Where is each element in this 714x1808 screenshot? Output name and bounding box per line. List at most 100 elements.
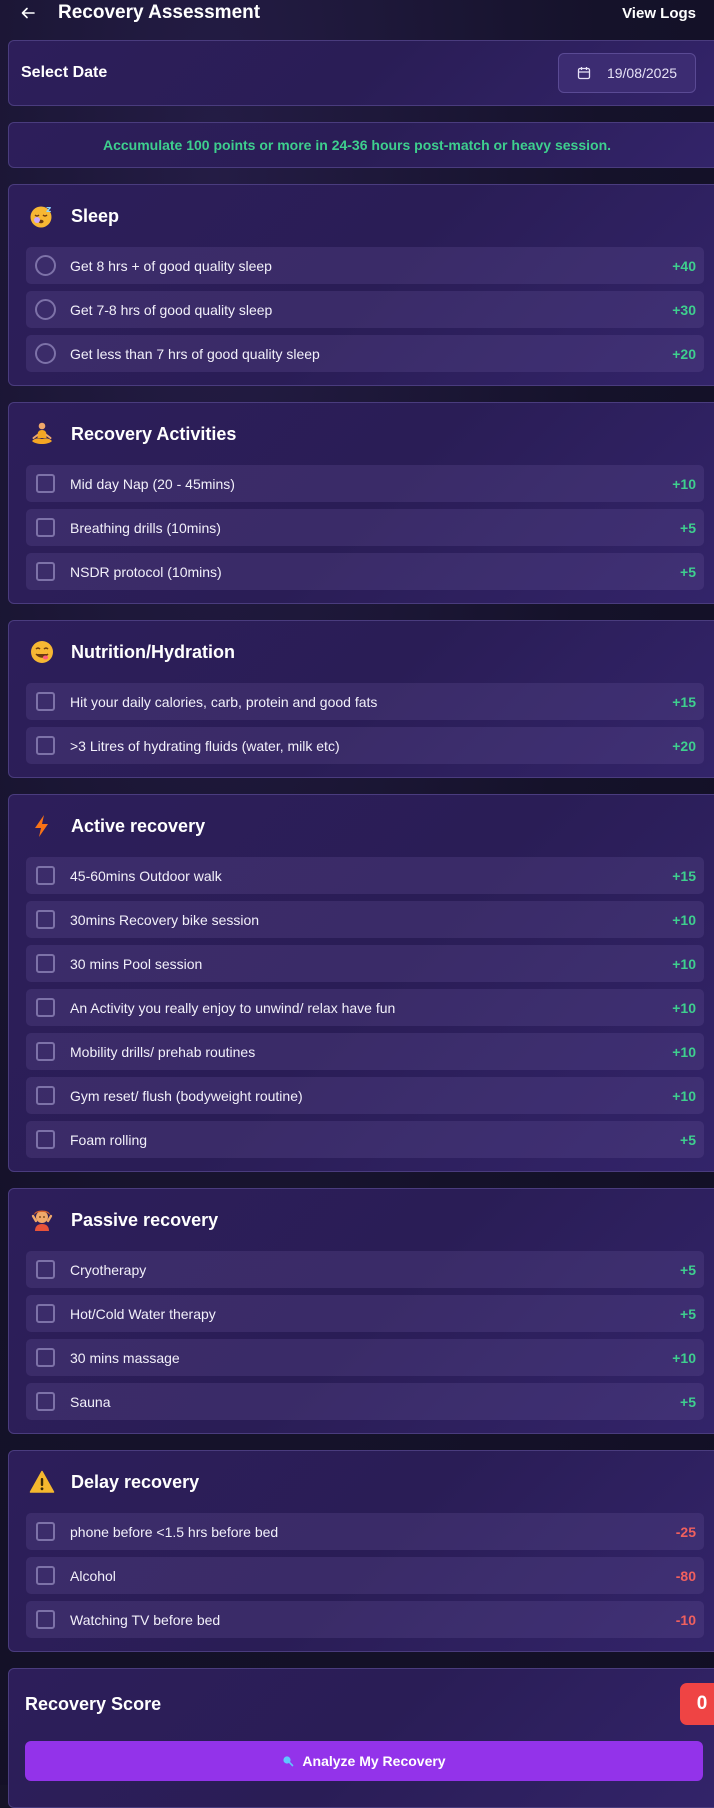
yum-face-icon (29, 639, 55, 665)
section-delay-recovery: Delay recovery phone before <1.5 hrs befo… (8, 1450, 714, 1652)
points-value: +10 (672, 1349, 696, 1366)
checkbox-option-nutrition-hydration[interactable]: >3 Litres of hydrating fluids (water, mi… (26, 727, 704, 764)
checkbox-option-active-recovery[interactable]: 30mins Recovery bike session +10 (26, 901, 704, 938)
section-passive-recovery: Passive recovery Cryotherapy +5 Hot/Cold Wa… (8, 1188, 714, 1434)
checkbox[interactable] (36, 1566, 55, 1585)
lightning-icon (29, 813, 55, 839)
points-value: -10 (675, 1611, 696, 1628)
checkbox-option-active-recovery[interactable]: Foam rolling +5 (26, 1121, 704, 1158)
section-active-recovery: Active recovery 45-60mins Outdoor walk +15… (8, 794, 714, 1172)
checkbox[interactable] (36, 736, 55, 755)
page-title: Recovery Assessment (58, 2, 261, 23)
option-label: Gym reset/ flush (bodyweight routine) (70, 1087, 303, 1104)
checkbox[interactable] (36, 910, 55, 929)
section-header: z Sleep (9, 185, 714, 247)
checkbox-option-active-recovery[interactable]: 30 mins Pool session +10 (26, 945, 704, 982)
checkbox[interactable] (36, 1086, 55, 1105)
option-label: Get 8 hrs + of good quality sleep (70, 257, 272, 274)
points-value: +20 (672, 345, 696, 362)
points-value: +5 (680, 1393, 696, 1410)
warning-icon (29, 1469, 55, 1495)
checkbox-option-delay-recovery[interactable]: Alcohol -80 (26, 1557, 704, 1594)
section-header: Passive recovery (9, 1189, 714, 1251)
checkbox-option-delay-recovery[interactable]: phone before <1.5 hrs before bed -25 (26, 1513, 704, 1550)
svg-text:z: z (46, 205, 51, 215)
checkbox-option-passive-recovery[interactable]: Sauna +5 (26, 1383, 704, 1420)
checkbox[interactable] (36, 1130, 55, 1149)
points-value: +15 (672, 867, 696, 884)
points-value: +10 (672, 1087, 696, 1104)
checkbox[interactable] (36, 954, 55, 973)
recovery-score-card: Recovery Score 0 Analyze My Recovery (8, 1668, 714, 1808)
section-recovery-activities: Recovery Activities Mid day Nap (20 - 45m… (8, 402, 714, 604)
checkbox-option-recovery-activities[interactable]: NSDR protocol (10mins) +5 (26, 553, 704, 590)
option-label: Watching TV before bed (70, 1611, 221, 1628)
date-value: 19/08/2025 (606, 65, 678, 81)
checkbox-option-passive-recovery[interactable]: Hot/Cold Water therapy +5 (26, 1295, 704, 1332)
radio-button[interactable] (35, 255, 56, 276)
massage-icon (29, 1207, 55, 1233)
info-banner: Accumulate 100 points or more in 24-36 h… (8, 122, 714, 168)
checkbox[interactable] (36, 1260, 55, 1279)
option-label: Foam rolling (70, 1131, 148, 1148)
arrow-left-icon (21, 7, 35, 19)
checkbox-option-active-recovery[interactable]: 45-60mins Outdoor walk +15 (26, 857, 704, 894)
radio-option-sleep[interactable]: Get 8 hrs + of good quality sleep +40 (26, 247, 704, 284)
checkbox[interactable] (36, 1392, 55, 1411)
checkbox[interactable] (36, 562, 55, 581)
checkbox[interactable] (36, 474, 55, 493)
analyze-recovery-button[interactable]: Analyze My Recovery (25, 1741, 703, 1781)
magnifier-icon (283, 1756, 294, 1767)
points-value: +20 (672, 737, 696, 754)
points-value: +10 (672, 955, 696, 972)
checkbox[interactable] (36, 692, 55, 711)
section-header: Nutrition/Hydration (9, 621, 714, 683)
checkbox-option-passive-recovery[interactable]: Cryotherapy +5 (26, 1251, 704, 1288)
section-title: Recovery Activities (71, 423, 237, 444)
date-picker-button[interactable]: 19/08/2025 (558, 53, 696, 93)
radio-option-sleep[interactable]: Get less than 7 hrs of good quality slee… (26, 335, 704, 372)
checkbox-option-active-recovery[interactable]: Mobility drills/ prehab routines +10 (26, 1033, 704, 1070)
option-label: phone before <1.5 hrs before bed (70, 1523, 279, 1540)
checkbox[interactable] (36, 1610, 55, 1629)
checkbox[interactable] (36, 1042, 55, 1061)
checkbox[interactable] (36, 998, 55, 1017)
checkbox[interactable] (36, 1304, 55, 1323)
radio-button[interactable] (35, 299, 56, 320)
checkbox-option-active-recovery[interactable]: An Activity you really enjoy to unwind/ … (26, 989, 704, 1026)
section-header: Active recovery (9, 795, 714, 857)
recovery-score-label: Recovery Score (25, 1693, 162, 1714)
points-value: -25 (675, 1523, 696, 1540)
option-label: 30mins Recovery bike session (70, 911, 260, 928)
option-label: 30 mins massage (70, 1349, 180, 1366)
select-date-label: Select Date (21, 64, 108, 81)
app-header: Recovery Assessment View Logs (0, 0, 714, 26)
checkbox[interactable] (36, 518, 55, 537)
checkbox-option-recovery-activities[interactable]: Breathing drills (10mins) +5 (26, 509, 704, 546)
radio-option-sleep[interactable]: Get 7-8 hrs of good quality sleep +30 (26, 291, 704, 328)
checkbox-option-delay-recovery[interactable]: Watching TV before bed -10 (26, 1601, 704, 1638)
radio-button[interactable] (35, 343, 56, 364)
checkbox[interactable] (36, 1348, 55, 1367)
points-value: +5 (680, 563, 696, 580)
checkbox-option-nutrition-hydration[interactable]: Hit your daily calories, carb, protein a… (26, 683, 704, 720)
view-logs-link[interactable]: View Logs (622, 5, 696, 22)
option-label: 30 mins Pool session (70, 955, 203, 972)
points-value: +5 (680, 1261, 696, 1278)
checkbox-option-active-recovery[interactable]: Gym reset/ flush (bodyweight routine) +10 (26, 1077, 704, 1114)
calendar-icon (577, 67, 591, 80)
section-header: Recovery Activities (9, 403, 714, 465)
points-value: -80 (675, 1567, 696, 1584)
section-sleep: z Sleep Get 8 hrs + of good quality sleep +… (8, 184, 714, 386)
checkbox[interactable] (36, 1522, 55, 1541)
points-value: +40 (672, 257, 696, 274)
section-nutrition-hydration: Nutrition/Hydration Hit your daily calori… (8, 620, 714, 778)
back-button[interactable] (18, 3, 38, 23)
checkbox-option-recovery-activities[interactable]: Mid day Nap (20 - 45mins) +10 (26, 465, 704, 502)
analyze-button-label: Analyze My Recovery (302, 1753, 446, 1769)
option-label: Hot/Cold Water therapy (70, 1305, 216, 1322)
option-label: Sauna (70, 1393, 111, 1410)
checkbox[interactable] (36, 866, 55, 885)
option-label: NSDR protocol (10mins) (70, 563, 222, 580)
checkbox-option-passive-recovery[interactable]: 30 mins massage +10 (26, 1339, 704, 1376)
